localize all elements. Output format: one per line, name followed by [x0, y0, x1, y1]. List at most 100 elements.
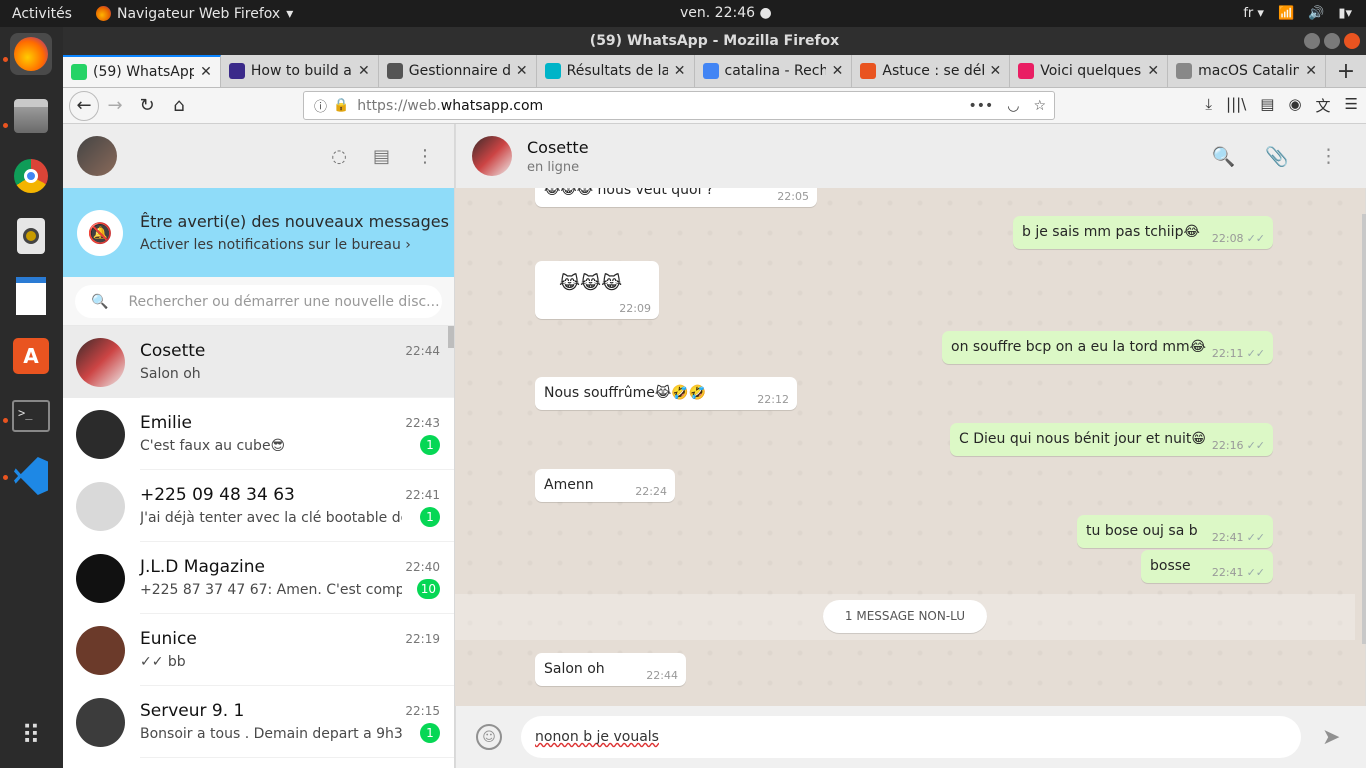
vscode-launcher[interactable]	[10, 455, 52, 497]
browser-tab[interactable]: Voici quelques ✕	[1010, 55, 1169, 87]
url-text[interactable]: https://web.whatsapp.com	[357, 98, 543, 114]
language-indicator[interactable]: fr ▾	[1243, 6, 1264, 21]
browser-tab[interactable]: (59) WhatsApp ✕	[63, 55, 221, 87]
window-title: (59) WhatsApp - Mozilla Firefox	[589, 33, 840, 49]
window-titlebar[interactable]: (59) WhatsApp - Mozilla Firefox	[63, 27, 1366, 55]
page-actions-icon[interactable]: •••	[968, 98, 993, 114]
browser-tab[interactable]: catalina - Rech ✕	[695, 55, 853, 87]
account-icon[interactable]: ◉	[1288, 95, 1301, 116]
close-tab-icon[interactable]: ✕	[990, 63, 1002, 79]
minimize-button[interactable]	[1304, 33, 1320, 49]
close-tab-icon[interactable]: ✕	[1147, 63, 1159, 79]
lock-icon[interactable]: 🔒	[333, 98, 349, 113]
new-tab-button[interactable]: +	[1326, 55, 1366, 87]
whatsapp-app: ◌ ▤ ⋮ 🔕 Être averti(e) des nouveaux mess…	[63, 124, 1366, 768]
show-apps-button[interactable]: ⠿	[10, 715, 52, 757]
chat-time: 22:40	[405, 560, 440, 574]
firefox-launcher[interactable]	[10, 33, 52, 75]
incoming-message[interactable]: Salon oh 22:44	[535, 653, 686, 686]
notification-banner[interactable]: 🔕 Être averti(e) des nouveaux messages A…	[63, 188, 454, 277]
new-chat-icon[interactable]: ▤	[373, 146, 390, 167]
browser-tab[interactable]: macOS Catalin ✕	[1168, 55, 1326, 87]
close-tab-icon[interactable]: ✕	[200, 64, 212, 80]
emoji-icon[interactable]: ☺	[476, 724, 502, 750]
chat-time: 22:44	[405, 344, 440, 358]
home-button[interactable]: ⌂	[163, 91, 195, 121]
activities-button[interactable]: Activités	[0, 6, 90, 22]
close-tab-icon[interactable]: ✕	[674, 63, 686, 79]
maximize-button[interactable]	[1324, 33, 1340, 49]
url-bar[interactable]: ⓘ 🔒 https://web.whatsapp.com ••• ◡ ☆	[303, 91, 1055, 120]
chrome-launcher[interactable]	[10, 155, 52, 197]
outgoing-message[interactable]: tu bose ouj sa b 22:41 ✓✓	[1077, 515, 1273, 548]
close-tab-icon[interactable]: ✕	[358, 63, 370, 79]
favicon-icon	[544, 63, 561, 79]
battery-icon[interactable]: ▮▾	[1338, 6, 1352, 21]
menu-dots-icon[interactable]: ⋮	[1319, 145, 1338, 168]
reload-button[interactable]: ↻	[131, 91, 163, 121]
browser-tab[interactable]: How to build a ✕	[221, 55, 379, 87]
terminal-launcher[interactable]: >_	[10, 395, 52, 437]
info-icon[interactable]: ⓘ	[314, 96, 327, 115]
volume-icon[interactable]: 🔊	[1308, 6, 1324, 21]
translate-icon[interactable]: 文	[1316, 95, 1331, 116]
favicon-icon	[386, 63, 403, 79]
outgoing-message[interactable]: on souffre bcp on a eu la tord mm😂 22:11 ✓…	[942, 331, 1273, 364]
browser-tab[interactable]: Gestionnaire d ✕	[379, 55, 537, 87]
my-avatar[interactable]	[77, 136, 117, 176]
forward-button[interactable]: →	[99, 91, 131, 121]
search-icon[interactable]: 🔍	[1212, 145, 1236, 168]
browser-tab[interactable]: Résultats de la ✕	[537, 55, 695, 87]
send-icon[interactable]: ➤	[1322, 725, 1340, 750]
contact-avatar[interactable]	[472, 136, 512, 176]
sidebar-icon[interactable]: ▤	[1260, 95, 1274, 116]
library-icon[interactable]: |||\	[1226, 95, 1246, 116]
outgoing-message[interactable]: bosse 22:41 ✓✓	[1141, 550, 1273, 583]
unread-badge: 10	[416, 579, 440, 599]
incoming-message[interactable]: Nous souffrûme😹🤣🤣 22:12	[535, 377, 797, 410]
message-time: 22:41	[1211, 531, 1244, 544]
chat-row[interactable]: Emilie 22:43 C'est faux au cube😎 1	[63, 398, 454, 470]
search-input[interactable]: 🔍 Rechercher ou démarrer une nouvelle di…	[75, 285, 442, 318]
back-button[interactable]: ←	[69, 90, 99, 121]
status-icon[interactable]: ◌	[331, 146, 347, 167]
conversation-header[interactable]: Cosette en ligne 🔍 📎 ⋮	[455, 124, 1366, 188]
download-icon[interactable]: ⤓	[1205, 95, 1212, 116]
wifi-icon[interactable]: 📶	[1278, 6, 1294, 21]
files-launcher[interactable]	[10, 95, 52, 137]
incoming-message[interactable]: Amenn 22:24	[535, 469, 675, 502]
pocket-icon[interactable]: ◡	[1007, 98, 1019, 114]
incoming-message[interactable]: 😹😹😹 nous veut quoi ? 22:05	[535, 188, 817, 207]
app-menu[interactable]: Navigateur Web Firefox ▾	[96, 6, 293, 22]
close-tab-icon[interactable]: ✕	[516, 63, 528, 79]
software-launcher[interactable]: A	[10, 335, 52, 377]
unread-badge: 1	[420, 507, 440, 527]
chat-row[interactable]: +225 09 48 34 63 22:41 J'ai déjà tenter av…	[63, 470, 454, 542]
incoming-message[interactable]: 😹😹😹 22:09	[535, 261, 659, 319]
notif-link[interactable]: Activer les notifications sur le bureau …	[140, 237, 449, 253]
chat-row[interactable]: Cosette 22:44 Salon oh	[63, 326, 454, 398]
close-window-button[interactable]	[1344, 33, 1360, 49]
rhythmbox-launcher[interactable]	[10, 215, 52, 257]
menu-icon[interactable]: ☰	[1345, 95, 1358, 116]
chat-row[interactable]: Serveur 9. 1 22:15 Bonsoir a tous . Demain…	[63, 686, 454, 758]
tab-strip: (59) WhatsApp ✕ How to build a ✕ Gestionnair…	[63, 55, 1366, 88]
chat-preview: Bonsoir a tous . Demain depart a 9h30...	[140, 726, 402, 742]
outgoing-message[interactable]: b je sais mm pas tchiip😂 22:08 ✓✓	[1013, 216, 1273, 249]
messages-scrollbar[interactable]	[1362, 214, 1366, 644]
chat-row[interactable]: J.L.D Magazine 22:40 +225 87 37 47 67: Ame…	[63, 542, 454, 614]
writer-launcher[interactable]	[10, 275, 52, 317]
message-text: bosse	[1150, 558, 1191, 574]
attach-icon[interactable]: 📎	[1265, 145, 1289, 168]
message-input[interactable]: nonon b je vouals	[521, 716, 1301, 758]
bookmark-star-icon[interactable]: ☆	[1033, 98, 1046, 114]
browser-tab[interactable]: Astuce : se déb ✕	[852, 55, 1011, 87]
chat-row[interactable]: Eunice 22:19 ✓✓ bb	[63, 614, 454, 686]
message-text: on souffre bcp on a eu la tord mm😂	[951, 339, 1207, 355]
outgoing-message[interactable]: C Dieu qui nous bénit jour et nuit😁 22:16…	[950, 423, 1273, 456]
close-tab-icon[interactable]: ✕	[832, 63, 844, 79]
menu-dots-icon[interactable]: ⋮	[416, 146, 434, 167]
clock[interactable]: ven. 22:46 ●	[680, 5, 772, 21]
close-tab-icon[interactable]: ✕	[1305, 63, 1317, 79]
sidebar-scrollbar[interactable]	[448, 326, 454, 348]
